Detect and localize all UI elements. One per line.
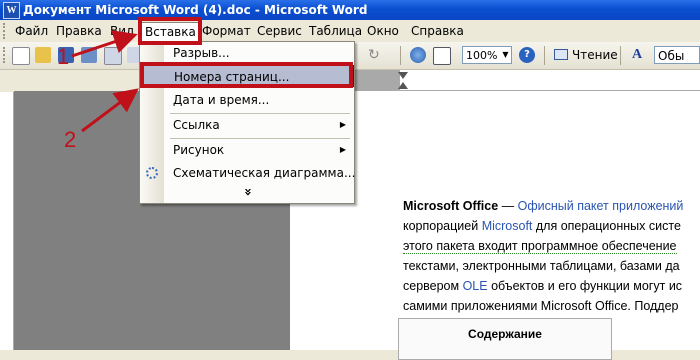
annotation-arrows bbox=[71, 30, 139, 133]
annotation-arrow-2 bbox=[81, 88, 139, 133]
annotation-arrow-1 bbox=[71, 30, 138, 58]
